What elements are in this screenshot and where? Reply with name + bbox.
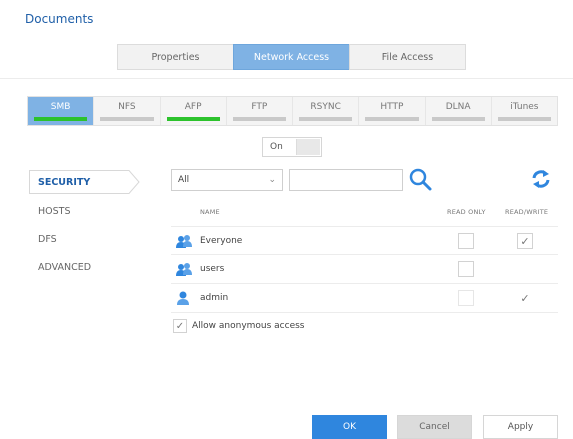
nav-dfs[interactable]: DFS xyxy=(38,234,57,245)
tab-afp[interactable]: AFP xyxy=(161,97,227,125)
tab-network-access[interactable]: Network Access xyxy=(233,44,350,70)
tab-rsync[interactable]: RSYNC xyxy=(293,97,360,125)
tab-dlna[interactable]: DLNA xyxy=(426,97,492,125)
tab-ftp-label: FTP xyxy=(251,102,268,112)
tab-smb[interactable]: SMB xyxy=(28,97,95,125)
user-icon xyxy=(177,291,189,305)
ok-button[interactable]: OK xyxy=(312,415,387,439)
status-bar xyxy=(497,117,551,121)
filter-select-value: All xyxy=(178,175,190,185)
checkmark-icon: ✓ xyxy=(520,291,530,305)
column-header-read-only: READ ONLY xyxy=(447,208,486,216)
table-row[interactable]: admin ✓ xyxy=(171,284,558,313)
search-input[interactable] xyxy=(289,169,403,191)
checkmark-icon: ✓ xyxy=(175,320,185,332)
nav-hosts[interactable]: HOSTS xyxy=(38,206,71,217)
tab-itunes-label: iTunes xyxy=(510,102,539,112)
group-icon xyxy=(176,263,192,276)
read-write-checkbox[interactable]: ✓ xyxy=(517,233,533,249)
table-row[interactable]: Everyone ✓ xyxy=(171,226,558,255)
tab-afp-label: AFP xyxy=(184,102,202,112)
tab-http-label: HTTP xyxy=(380,102,404,112)
chevron-down-icon: ⌄ xyxy=(268,175,276,185)
main-tabs: Properties Network Access File Access xyxy=(117,44,466,70)
protocol-tabs: SMB NFS AFP FTP RSYNC HTTP DLNA iTunes xyxy=(27,96,558,126)
read-only-checkbox[interactable] xyxy=(458,233,474,249)
nav-security-label: SECURITY xyxy=(38,177,91,188)
column-header-read-write: READ/WRITE xyxy=(505,208,549,216)
search-icon xyxy=(409,168,432,191)
header-divider xyxy=(0,78,573,79)
tab-itunes[interactable]: iTunes xyxy=(492,97,557,125)
tab-rsync-label: RSYNC xyxy=(310,102,341,112)
checkmark-icon: ✓ xyxy=(520,234,530,248)
group-icon xyxy=(176,235,192,248)
table-row[interactable]: users xyxy=(171,255,558,284)
status-bar xyxy=(100,117,154,121)
toggle-label: On xyxy=(270,142,283,152)
refresh-button[interactable] xyxy=(530,168,552,190)
cancel-button[interactable]: Cancel xyxy=(397,415,472,439)
row-name: admin xyxy=(200,293,229,303)
status-bar xyxy=(34,117,88,121)
filter-select[interactable]: All ⌄ xyxy=(171,169,283,191)
tab-properties[interactable]: Properties xyxy=(117,44,234,70)
row-name: Everyone xyxy=(200,236,243,246)
anonymous-access-checkbox[interactable]: ✓ xyxy=(173,319,187,333)
row-name: users xyxy=(200,264,225,274)
tab-http[interactable]: HTTP xyxy=(359,97,426,125)
read-only-checkbox[interactable] xyxy=(458,261,474,277)
service-toggle[interactable]: On xyxy=(262,137,322,157)
anonymous-access-label: Allow anonymous access xyxy=(192,321,305,331)
page-title: Documents xyxy=(25,12,94,26)
read-write-checkbox[interactable]: ✓ xyxy=(517,290,533,306)
status-bar xyxy=(232,117,286,121)
tab-nfs[interactable]: NFS xyxy=(94,97,161,125)
nav-advanced[interactable]: ADVANCED xyxy=(38,262,91,273)
tab-nfs-label: NFS xyxy=(118,102,136,112)
nav-security[interactable]: SECURITY xyxy=(29,170,140,194)
toggle-knob[interactable] xyxy=(296,139,320,155)
tab-file-access[interactable]: File Access xyxy=(349,44,466,70)
tab-smb-label: SMB xyxy=(50,102,71,112)
apply-button[interactable]: Apply xyxy=(483,415,558,439)
status-bar xyxy=(365,117,419,121)
tab-ftp[interactable]: FTP xyxy=(227,97,293,125)
column-header-name[interactable]: NAME xyxy=(200,208,220,216)
search-button[interactable] xyxy=(407,166,433,192)
refresh-icon xyxy=(532,170,550,188)
status-bar xyxy=(299,117,353,121)
status-bar xyxy=(166,117,220,121)
status-bar xyxy=(431,117,485,121)
tab-dlna-label: DLNA xyxy=(445,102,471,112)
read-only-checkbox[interactable] xyxy=(458,290,474,306)
